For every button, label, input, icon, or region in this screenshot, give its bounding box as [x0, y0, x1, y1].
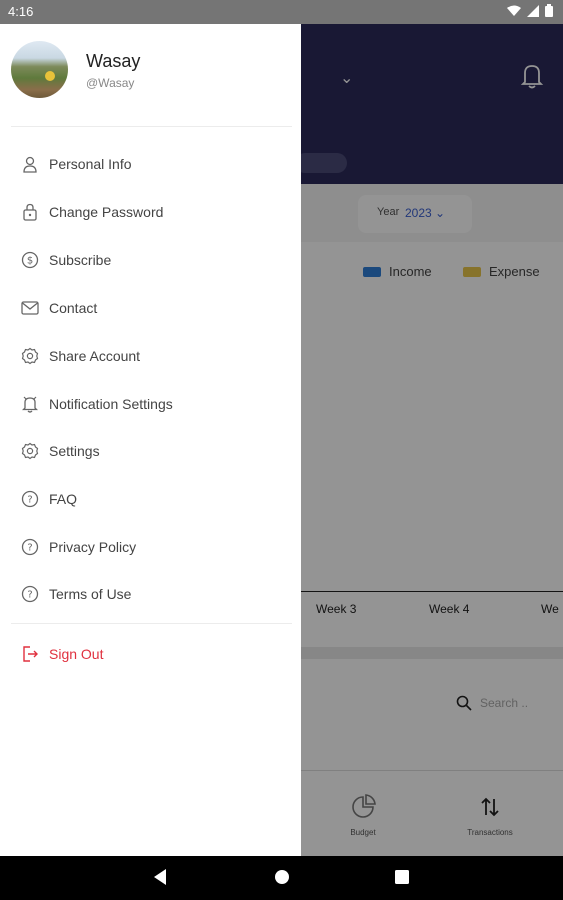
menu-item-subscribe[interactable]: $ Subscribe	[0, 240, 301, 280]
divider	[11, 126, 292, 127]
menu-item-share-account[interactable]: Share Account	[0, 336, 301, 376]
user-icon	[20, 154, 40, 174]
signal-icon	[527, 4, 539, 17]
menu-item-settings[interactable]: Settings	[0, 431, 301, 471]
gear-icon	[20, 346, 40, 366]
battery-icon	[545, 4, 553, 17]
status-time: 4:16	[8, 4, 34, 19]
question-circle-icon: ?	[20, 489, 40, 509]
menu-item-contact[interactable]: Contact	[0, 288, 301, 328]
svg-text:?: ?	[27, 495, 32, 506]
question-circle-icon: ?	[20, 537, 40, 557]
dollar-circle-icon: $	[20, 250, 40, 270]
svg-text:$: $	[27, 256, 33, 267]
user-handle: @Wasay	[86, 76, 135, 90]
menu-item-privacy-policy[interactable]: ? Privacy Policy	[0, 527, 301, 567]
divider	[11, 623, 292, 624]
user-name: Wasay	[86, 51, 141, 71]
sign-out-button[interactable]: Sign Out	[0, 634, 301, 674]
wifi-icon	[507, 5, 521, 16]
svg-text:?: ?	[27, 543, 32, 554]
menu-item-change-password[interactable]: Change Password	[0, 192, 301, 232]
status-bar: 4:16	[0, 0, 563, 24]
lock-icon	[20, 202, 40, 222]
question-circle-icon: ?	[20, 584, 40, 604]
bell-icon	[20, 394, 40, 414]
system-nav-bar	[0, 856, 563, 900]
gear-icon	[20, 441, 40, 461]
mail-icon	[20, 298, 40, 318]
back-icon[interactable]	[152, 868, 168, 886]
svg-text:?: ?	[27, 590, 32, 601]
home-icon[interactable]	[274, 868, 290, 886]
navigation-drawer: Wasay @Wasay Personal Info Change Passwo…	[0, 24, 301, 856]
menu-item-personal-info[interactable]: Personal Info	[0, 144, 301, 184]
avatar[interactable]	[11, 41, 68, 98]
recents-icon[interactable]	[394, 868, 410, 886]
menu-item-faq[interactable]: ? FAQ	[0, 479, 301, 519]
logout-icon	[20, 644, 40, 664]
menu-item-notification-settings[interactable]: Notification Settings	[0, 384, 301, 424]
menu-item-terms-of-use[interactable]: ? Terms of Use	[0, 574, 301, 614]
